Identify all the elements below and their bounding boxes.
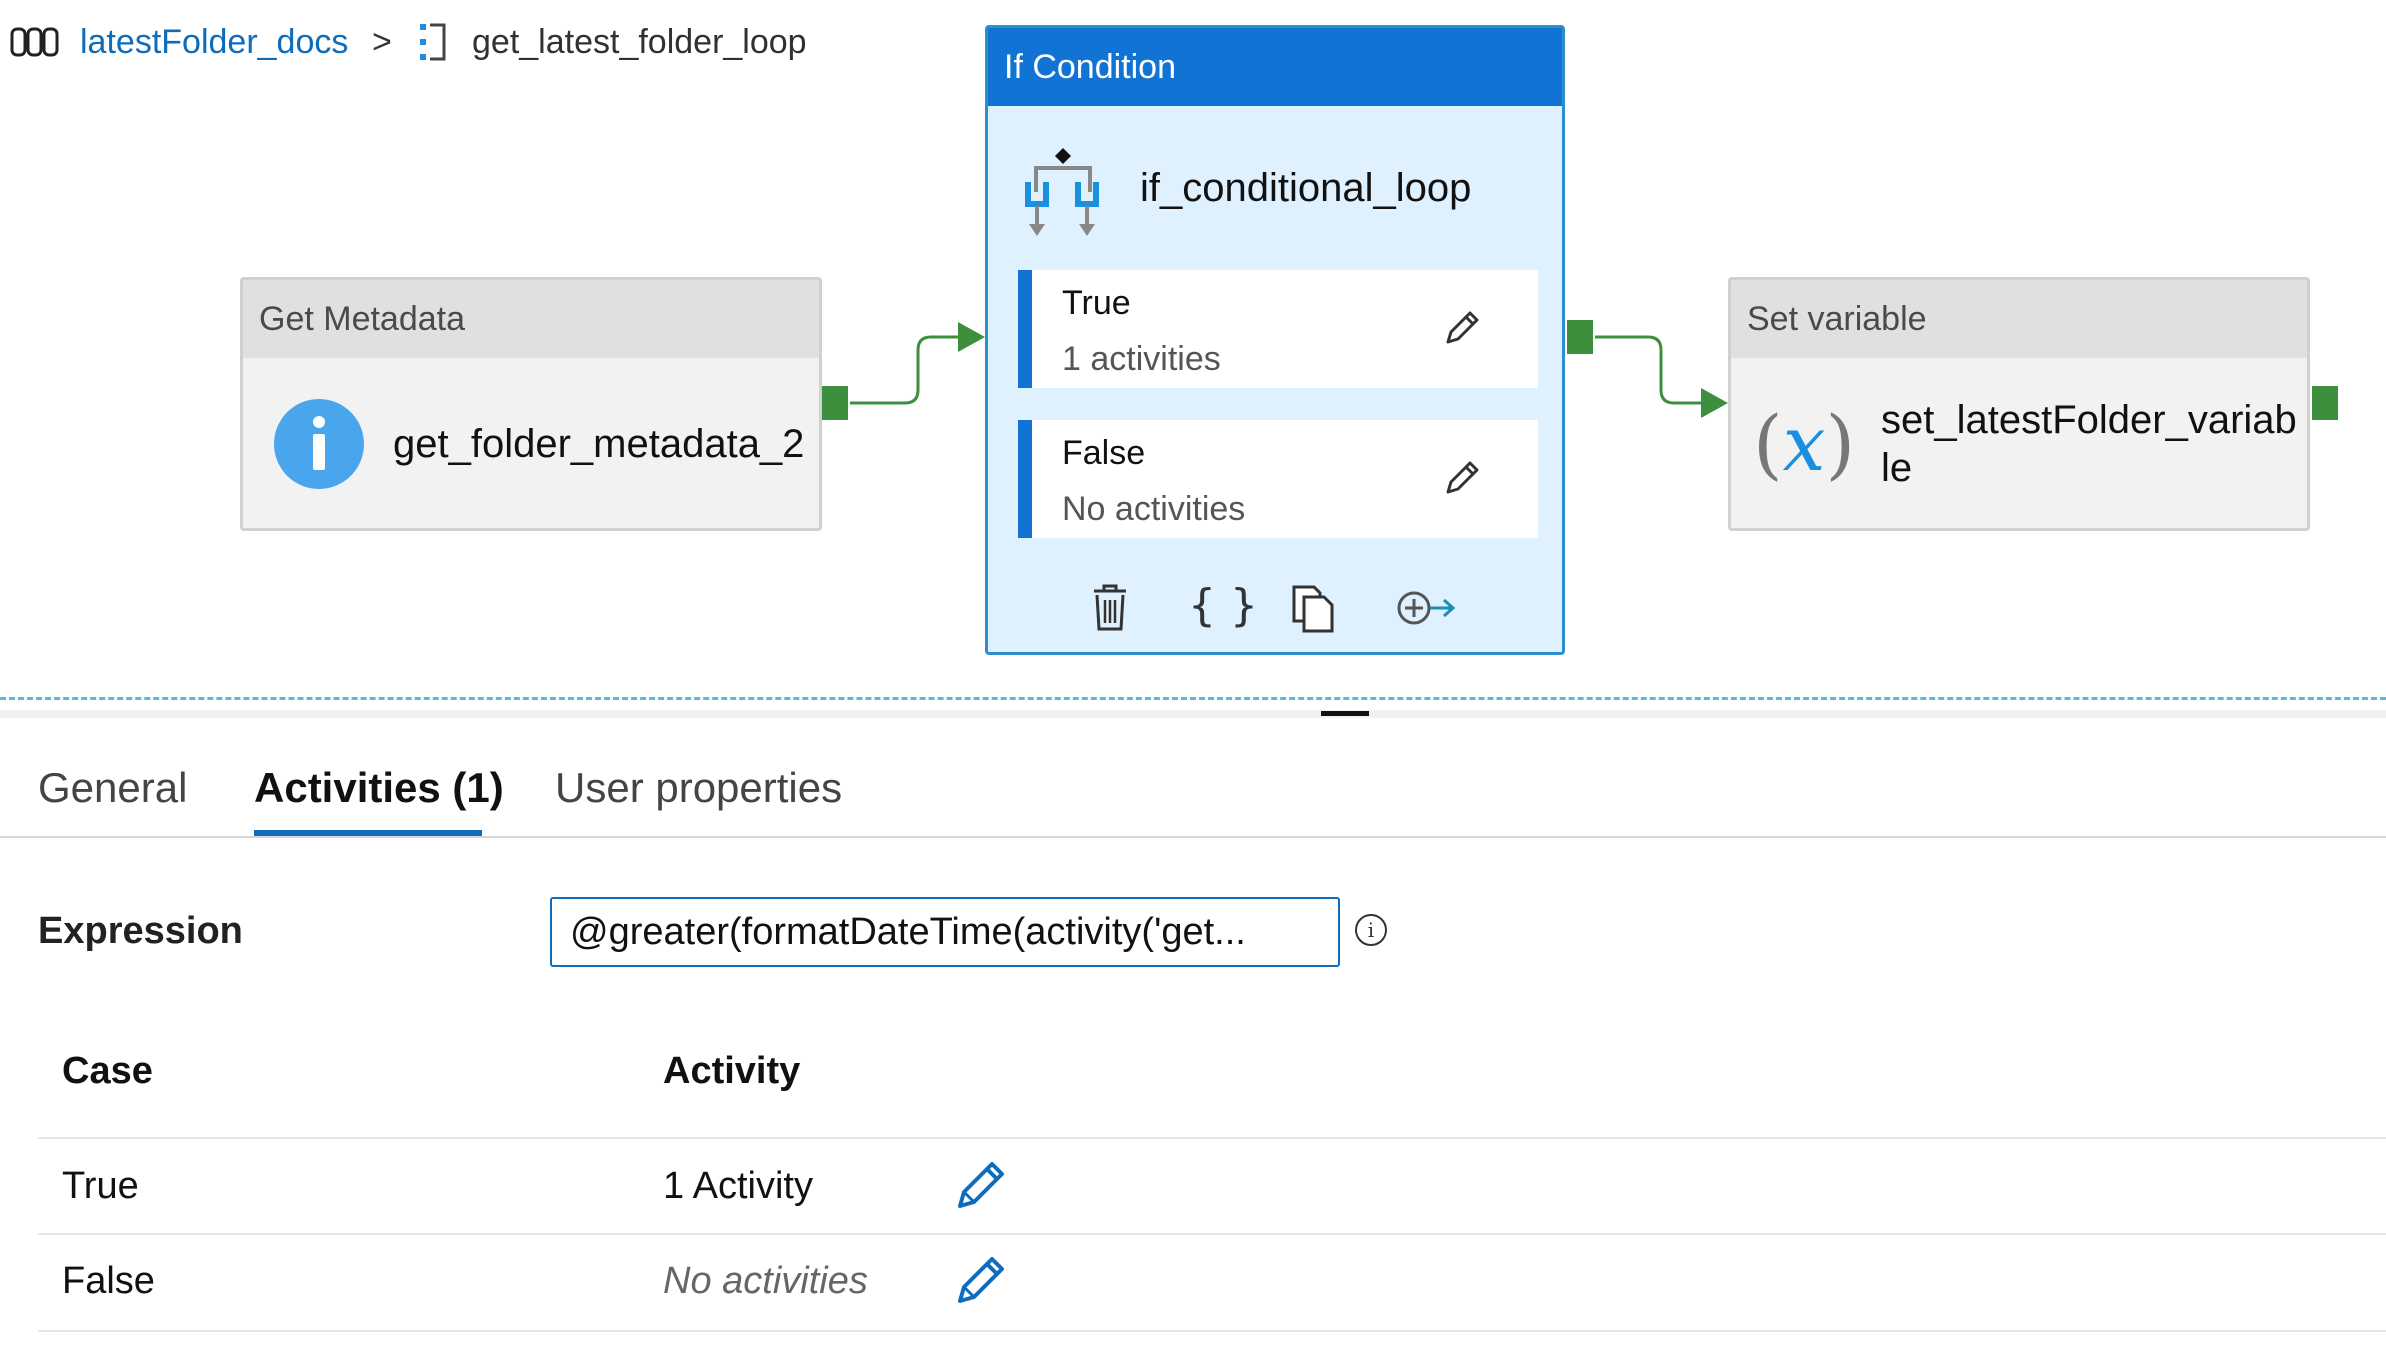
if-false-case[interactable]: False No activities — [1018, 420, 1538, 538]
delete-icon[interactable] — [1090, 583, 1130, 638]
case-cell: True — [62, 1165, 139, 1207]
table-header-case: Case — [62, 1050, 153, 1092]
get-metadata-activity[interactable]: Get Metadata get_folder_metadata_2 — [240, 277, 822, 531]
true-case-title: True — [1062, 284, 1131, 322]
tabs-divider — [0, 836, 2386, 838]
info-icon — [273, 398, 365, 495]
copy-icon[interactable] — [1290, 583, 1336, 638]
if-condition-type-label: If Condition — [988, 28, 1562, 106]
table-divider — [38, 1330, 2386, 1332]
true-case-subtitle: 1 activities — [1062, 340, 1221, 378]
get-metadata-type-label: Get Metadata — [243, 280, 819, 358]
case-cell: False — [62, 1260, 155, 1302]
activity-cell: No activities — [663, 1260, 868, 1302]
set-variable-name-line2: le — [1881, 446, 1913, 490]
add-output-icon[interactable] — [1396, 588, 1458, 633]
if-true-case[interactable]: True 1 activities — [1018, 270, 1538, 388]
variable-icon: (x) — [1753, 399, 1856, 488]
panel-splitter[interactable] — [0, 710, 2386, 718]
table-header-activity: Activity — [663, 1050, 801, 1092]
if-condition-activity[interactable]: If Condition if_conditional_loop True 1 … — [985, 25, 1565, 655]
code-icon[interactable]: { } — [1188, 578, 1258, 634]
edit-false-case-pencil-icon[interactable] — [1442, 458, 1482, 503]
set-variable-type-label: Set variable — [1731, 280, 2307, 358]
if-condition-output-port[interactable] — [1567, 320, 1593, 354]
get-metadata-output-port[interactable] — [822, 386, 848, 420]
set-variable-output-port[interactable] — [2312, 386, 2338, 420]
expression-input[interactable]: @greater(formatDateTime(activity('get... — [550, 897, 1340, 967]
panel-resize-grip[interactable] — [1321, 711, 1369, 716]
set-variable-name-line1: set_latestFolder_variab — [1881, 398, 2297, 442]
edit-true-case-pencil-icon[interactable] — [1442, 308, 1482, 353]
false-case-subtitle: No activities — [1062, 490, 1246, 528]
tab-general[interactable]: General — [38, 763, 187, 813]
canvas-divider — [0, 697, 2386, 700]
tab-user-properties[interactable]: User properties — [555, 763, 842, 813]
table-divider — [38, 1233, 2386, 1235]
set-variable-activity[interactable]: Set variable (x) set_latestFolder_variab… — [1728, 277, 2310, 531]
edit-false-activity-pencil-icon[interactable] — [954, 1253, 1008, 1312]
branch-icon — [1018, 146, 1108, 243]
activity-cell: 1 Activity — [663, 1165, 813, 1207]
expression-label: Expression — [38, 910, 243, 952]
if-condition-name: if_conditional_loop — [1140, 166, 1472, 210]
table-divider — [38, 1137, 2386, 1139]
get-metadata-name: get_folder_metadata_2 — [393, 422, 805, 466]
edit-true-activity-pencil-icon[interactable] — [954, 1158, 1008, 1217]
tab-activities[interactable]: Activities (1) — [254, 763, 504, 813]
info-icon[interactable]: i — [1355, 914, 1387, 946]
false-case-title: False — [1062, 434, 1146, 472]
